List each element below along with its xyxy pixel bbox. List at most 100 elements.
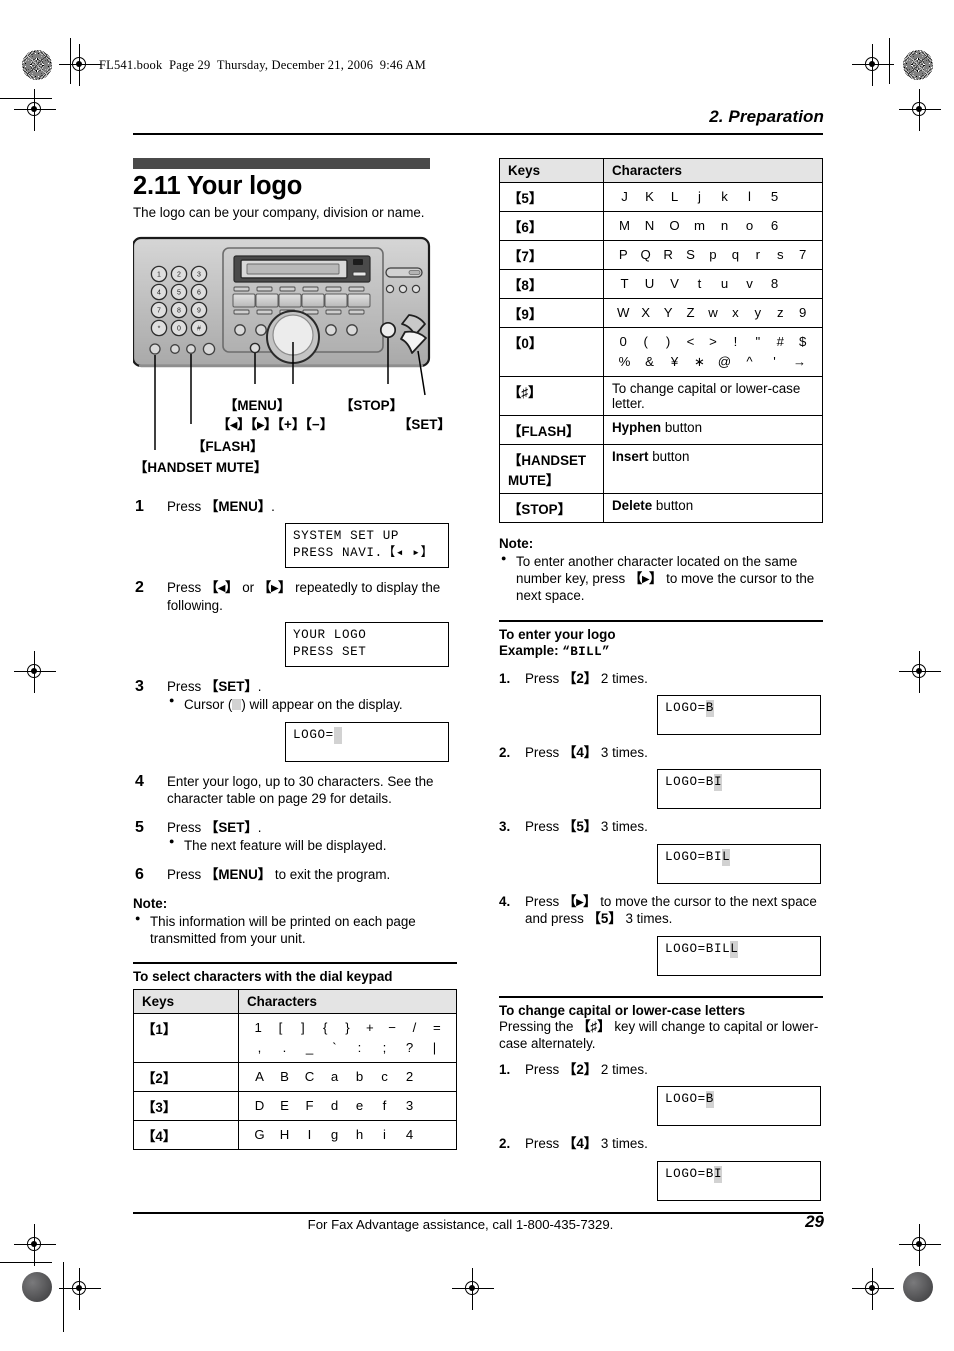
- table-left-heading: To select characters with the dial keypa…: [133, 962, 457, 984]
- registration-mark-right-lower: [899, 651, 941, 693]
- left-column: 2.11 Your logo The logo can be your comp…: [133, 158, 457, 1150]
- char: p: [709, 247, 717, 262]
- step-6-tail: to exit the program.: [271, 866, 391, 882]
- step-text-post-2: 3 times.: [621, 911, 673, 927]
- char-line: % & ¥ ∗ @ ^ ' →: [612, 352, 814, 372]
- lcd-display-case-1: LOGO=B: [657, 1086, 821, 1127]
- note-left-bullet: This information will be printed on each…: [133, 913, 457, 947]
- char: ?: [405, 1039, 414, 1055]
- char-line: DEFde f 3: [247, 1096, 448, 1116]
- characters-cell: PQRSpqrs7: [603, 240, 823, 270]
- column-header-keys: Keys: [499, 158, 604, 183]
- char: 1: [254, 1020, 262, 1035]
- step-number: 2.: [499, 1136, 511, 1152]
- char: M: [619, 218, 630, 233]
- char: !: [733, 334, 738, 349]
- svg-text:1: 1: [157, 271, 161, 278]
- char: Y: [663, 305, 673, 320]
- step-text-post: 3 times.: [597, 745, 648, 761]
- step-key-2: 【5】: [587, 911, 622, 927]
- char: k: [721, 189, 728, 204]
- char: +: [365, 1020, 374, 1035]
- step-key: 【▸】: [562, 893, 597, 909]
- halftone-circle-bottom-right: [903, 1272, 933, 1302]
- key-cell: 【9】: [499, 298, 604, 328]
- lcd-cursor: I: [713, 774, 723, 792]
- step-3-text: Press: [167, 679, 205, 695]
- characters-cell: TUVt u v 8: [603, 269, 823, 299]
- char: −: [388, 1020, 396, 1035]
- characters-cell: WXYZwxyz9: [603, 298, 823, 328]
- table-row: 【3】 DEFde f 3: [133, 1090, 457, 1121]
- svg-text:8: 8: [177, 307, 181, 314]
- step-1-key: 【MENU】: [204, 498, 272, 514]
- char-line: 0 () < >! " # $: [612, 332, 814, 352]
- char: ": [755, 334, 761, 349]
- char: A: [255, 1068, 264, 1084]
- fax-machine-illustration: 123 456 789 * 0 # 【MENU】 【STOP】 【◂】【▸】【+…: [133, 232, 457, 487]
- enter-logo-heading: To enter your logo: [499, 619, 823, 642]
- step-4-number: 4: [135, 772, 144, 790]
- key-cell: 【4】: [133, 1119, 239, 1150]
- lcd-display-enter-3: LOGO=BIL: [657, 843, 821, 884]
- step-5: 5 Press 【SET】. The next feature will be …: [133, 819, 457, 855]
- char: o: [745, 218, 754, 233]
- lcd-prefix: LOGO=: [665, 701, 706, 716]
- char: ): [665, 334, 671, 349]
- lcd-prefix: LOGO=BIL: [665, 941, 731, 956]
- char: f: [382, 1097, 387, 1113]
- char: ¥: [670, 353, 679, 369]
- note-left-title: Note:: [133, 895, 168, 911]
- svg-text:2: 2: [177, 271, 181, 278]
- char: {: [322, 1020, 328, 1035]
- char: T: [620, 276, 629, 291]
- step-text-pre: Press: [525, 893, 563, 909]
- step-number: 1.: [499, 1061, 511, 1077]
- svg-text:*: *: [158, 325, 161, 332]
- char: ,: [257, 1039, 262, 1055]
- callout-label-stop: 【STOP】: [340, 397, 403, 413]
- callout-label-menu: 【MENU】: [224, 397, 291, 413]
- step-5-text: Press: [167, 819, 205, 835]
- char: ∗: [693, 353, 706, 369]
- char: E: [280, 1097, 289, 1113]
- character-table-right: Keys Characters 【5】 JKLjkl5 【6】 M N O m …: [499, 158, 823, 523]
- char: 6: [770, 218, 779, 233]
- table-row: 【0】 0 () < >! " # $ % & ¥ ∗ @ ^ ' →: [499, 327, 823, 377]
- char: 7: [799, 247, 807, 262]
- step-text-pre: Press: [525, 819, 563, 835]
- char: &: [645, 353, 654, 369]
- table-row: 【5】 J K Lj k l 5: [499, 182, 823, 212]
- step-5-bullet: The next feature will be displayed.: [167, 836, 457, 854]
- key-cell: 【0】: [499, 327, 604, 377]
- callout-label-handset-mute: 【HANDSET MUTE】: [134, 459, 268, 475]
- lcd-line-2: PRESS NAVI.【◂ ▸】: [293, 546, 434, 561]
- char: J: [621, 189, 628, 204]
- change-case-step-1: 1. Press 【2】 2 times.: [499, 1061, 823, 1078]
- lcd-prefix: LOGO=B: [665, 775, 714, 790]
- step-2: 2 Press 【◂】 or 【▸】 repeatedly to display…: [133, 579, 457, 614]
- step-2-mid: or: [238, 580, 258, 596]
- step-3-bullet-post: ) will appear on the display.: [241, 697, 403, 713]
- char: m: [694, 218, 705, 233]
- step-key: 【5】: [562, 819, 598, 835]
- char: v: [746, 276, 753, 291]
- table-row: 【7】 PQRSpqrs7: [499, 240, 823, 270]
- trim-line-top-right-v: [889, 38, 891, 84]
- char: B: [280, 1068, 289, 1084]
- characters-cell: DEFde f 3: [238, 1090, 457, 1121]
- char: 8: [770, 276, 779, 291]
- lcd-display-step-3: LOGO=: [285, 721, 449, 762]
- char: l: [748, 189, 751, 204]
- column-header-characters: Characters: [603, 158, 823, 183]
- char-line: J K Lj k l 5: [612, 187, 814, 207]
- table-header-row: Keys Characters: [499, 158, 823, 183]
- char: .: [282, 1039, 287, 1055]
- char: s: [776, 247, 784, 262]
- step-text-post: 2 times.: [597, 1061, 648, 1077]
- char: d: [330, 1097, 339, 1113]
- step-text-pre: Press: [525, 1136, 563, 1152]
- table-row: 【8】 TUVt u v 8: [499, 269, 823, 299]
- char: X: [641, 305, 651, 320]
- enter-logo-step-3: 3. Press 【5】 3 times.: [499, 818, 823, 835]
